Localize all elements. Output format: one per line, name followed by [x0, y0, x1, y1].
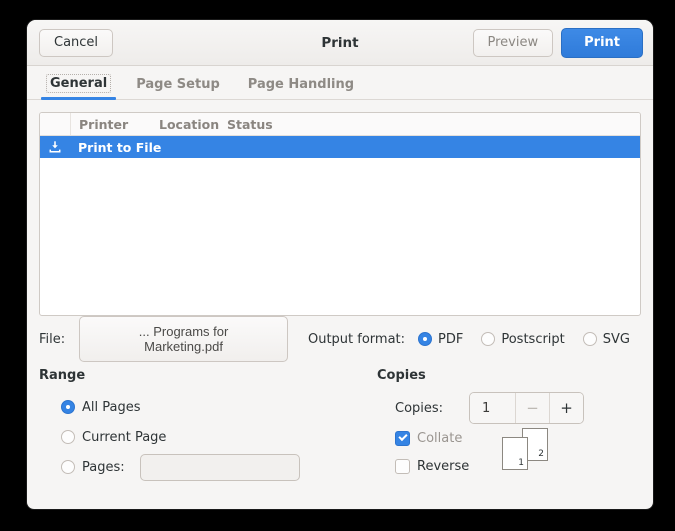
copies-decrement-button[interactable]: − — [516, 393, 550, 423]
checkbox-indicator — [395, 459, 410, 474]
checkbox-reverse-label: Reverse — [417, 459, 469, 474]
range-section: Range All Pages Current Page Pages: — [39, 368, 357, 509]
radio-output-svg-label: SVG — [603, 332, 630, 347]
save-to-file-icon — [40, 140, 70, 154]
tab-page-setup[interactable]: Page Setup — [122, 73, 234, 99]
radio-indicator — [61, 430, 75, 444]
radio-range-all-pages[interactable]: All Pages — [39, 392, 357, 422]
dialog-body: Printer Location Status Print to File — [27, 100, 653, 509]
column-header-location: Location — [159, 117, 227, 132]
printer-name: Print to File — [70, 140, 161, 155]
print-button[interactable]: Print — [561, 28, 643, 58]
radio-range-current-page[interactable]: Current Page — [39, 422, 357, 452]
column-header-icon — [40, 113, 71, 135]
headerbar-actions: Preview Print — [473, 20, 643, 65]
copies-increment-button[interactable]: + — [550, 393, 583, 423]
checkbox-collate-label: Collate — [417, 431, 462, 446]
radio-indicator — [418, 332, 432, 346]
radio-output-postscript[interactable]: Postscript — [481, 332, 564, 347]
copies-checkbox-area: Collate Reverse 2 1 — [377, 424, 641, 480]
radio-indicator — [583, 332, 597, 346]
tab-page-handling-label: Page Handling — [248, 77, 354, 92]
cancel-button[interactable]: Cancel — [39, 29, 113, 57]
tab-bar: General Page Setup Page Handling — [27, 66, 653, 100]
copies-label: Copies: — [395, 401, 469, 416]
radio-output-postscript-label: Postscript — [501, 332, 564, 347]
radio-range-all-pages-label: All Pages — [82, 400, 141, 415]
radio-output-pdf-label: PDF — [438, 332, 463, 347]
tab-general-label: General — [46, 74, 111, 93]
table-row[interactable]: Print to File — [40, 136, 640, 158]
pages-input[interactable] — [140, 454, 300, 481]
collate-page-front-number: 1 — [518, 458, 524, 468]
dialog-headerbar: Cancel Print Preview Print — [27, 20, 653, 66]
range-title: Range — [39, 368, 357, 383]
radio-indicator — [61, 400, 75, 414]
copies-value[interactable]: 1 — [470, 393, 516, 423]
copies-title: Copies — [377, 368, 641, 383]
column-header-printer: Printer — [71, 117, 159, 132]
copies-stepper[interactable]: 1 − + — [469, 392, 584, 424]
screen: Cancel Print Preview Print General Page … — [0, 0, 675, 531]
output-format-label: Output format: — [308, 332, 405, 347]
print-dialog: Cancel Print Preview Print General Page … — [27, 20, 653, 509]
copies-section: Copies Copies: 1 − + Collate — [357, 368, 641, 509]
radio-indicator — [61, 460, 75, 474]
radio-output-svg[interactable]: SVG — [583, 332, 630, 347]
copies-row: Copies: 1 − + — [377, 392, 641, 424]
file-chooser-button[interactable]: ... Programs for Marketing.pdf — [79, 316, 288, 362]
radio-indicator — [481, 332, 495, 346]
output-format-group: Output format: PDF Postscript SVG — [308, 332, 641, 347]
radio-range-pages[interactable]: Pages: — [39, 452, 357, 482]
column-header-status: Status — [227, 117, 640, 132]
collate-page-back-number: 2 — [538, 449, 544, 459]
tab-page-setup-label: Page Setup — [136, 77, 220, 92]
radio-output-pdf[interactable]: PDF — [418, 332, 463, 347]
options-area: Range All Pages Current Page Pages: — [39, 362, 641, 509]
collate-preview: 2 1 — [502, 428, 548, 470]
printer-list-header: Printer Location Status — [40, 113, 640, 136]
preview-button[interactable]: Preview — [473, 29, 554, 57]
printer-list[interactable]: Printer Location Status Print to File — [39, 112, 641, 316]
tab-general[interactable]: General — [35, 71, 122, 99]
file-label: File: — [39, 332, 65, 347]
collate-page-front: 1 — [502, 437, 528, 470]
tab-page-handling[interactable]: Page Handling — [234, 73, 368, 99]
radio-range-current-page-label: Current Page — [82, 430, 166, 445]
radio-range-pages-label: Pages: — [82, 460, 125, 475]
file-row: File: ... Programs for Marketing.pdf Out… — [39, 316, 641, 362]
checkbox-indicator — [395, 431, 410, 446]
